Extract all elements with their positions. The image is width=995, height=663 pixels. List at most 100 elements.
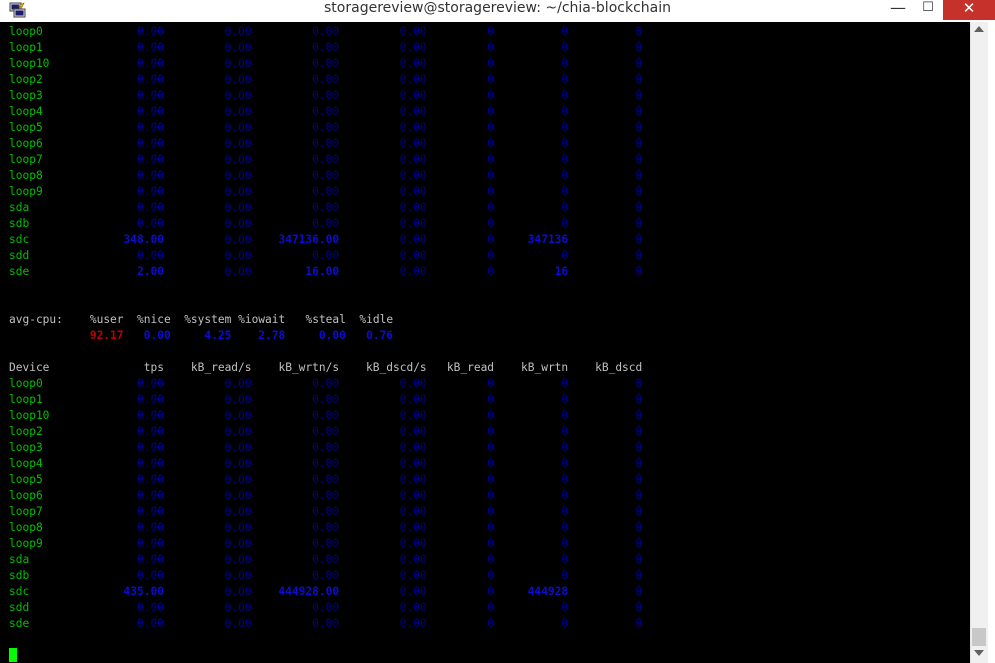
stat-value: 0.00 <box>224 553 252 566</box>
stat-value: 0 <box>487 73 495 86</box>
stat-value: 0.00 <box>399 393 427 406</box>
stat-value: 444928 <box>527 585 569 598</box>
stat-value: 0.00 <box>224 201 252 214</box>
terminal-line: sdd 0.00 0.00 0.00 0.00 0 0 0 <box>9 600 642 616</box>
stat-value: 0.00 <box>136 425 164 438</box>
stat-value: 0 <box>635 569 643 582</box>
column-header: kB_wrtn/s <box>278 361 340 374</box>
terminal-line: loop6 0.00 0.00 0.00 0.00 0 0 0 <box>9 488 642 504</box>
stat-value: 0 <box>487 585 495 598</box>
vertical-scrollbar[interactable] <box>970 22 988 663</box>
terminal-line: loop3 0.00 0.00 0.00 0.00 0 0 0 <box>9 440 642 456</box>
text-cursor <box>9 648 17 662</box>
terminal-line: Device tps kB_read/s kB_wrtn/s kB_dscd/s… <box>9 360 642 376</box>
stat-value: 0 <box>561 569 569 582</box>
terminal-screen[interactable]: loop0 0.00 0.00 0.00 0.00 0 0 0 loop1 0.0… <box>0 22 970 663</box>
maximize-button[interactable]: ☐ <box>913 0 943 20</box>
terminal-line: loop10 0.00 0.00 0.00 0.00 0 0 0 <box>9 408 642 424</box>
stat-value: 0 <box>561 153 569 166</box>
stat-value: 0 <box>487 553 495 566</box>
stat-value: 0.00 <box>399 185 427 198</box>
cpu-header: %system <box>184 313 232 326</box>
stat-value: 0.00 <box>399 553 427 566</box>
stat-value: 0 <box>561 409 569 422</box>
stat-value: 0 <box>487 441 495 454</box>
close-button[interactable]: ✕ <box>943 0 995 20</box>
stat-value: 0 <box>635 553 643 566</box>
stat-value: 0.00 <box>136 473 164 486</box>
stat-value: 0 <box>635 201 643 214</box>
stat-value: 0.00 <box>399 457 427 470</box>
stat-value: 0 <box>561 57 569 70</box>
stat-value: 0.00 <box>136 537 164 550</box>
stat-value: 0.00 <box>312 105 340 118</box>
terminal-line: sdc 435.00 0.00 444928.00 0.00 0 444928 … <box>9 584 642 600</box>
stat-value: 0 <box>487 105 495 118</box>
window-title: storagereview@storagereview: ~/chia-bloc… <box>324 0 671 16</box>
stat-value: 0.00 <box>399 441 427 454</box>
device-name: sdc <box>9 233 30 246</box>
stat-value: 0.00 <box>224 57 252 70</box>
stat-value: 0.00 <box>312 41 340 54</box>
terminal-line: loop9 0.00 0.00 0.00 0.00 0 0 0 <box>9 536 642 552</box>
stat-value: 0 <box>635 57 643 70</box>
stat-value: 0.00 <box>224 25 252 38</box>
device-name: loop8 <box>9 521 43 534</box>
stat-value: 0 <box>561 137 569 150</box>
device-name: loop10 <box>9 409 50 422</box>
cpu-value: 0.00 <box>318 329 346 342</box>
stat-value: 0 <box>487 457 495 470</box>
title-bar[interactable]: storagereview@storagereview: ~/chia-bloc… <box>0 0 995 22</box>
stat-value: 0 <box>487 265 495 278</box>
device-name: sdc <box>9 585 30 598</box>
stat-value: 0.00 <box>312 249 340 262</box>
cpu-value: 4.25 <box>204 329 232 342</box>
stat-value: 0.00 <box>137 569 164 582</box>
scroll-down-icon[interactable] <box>974 650 984 656</box>
stat-value: 0.00 <box>312 57 340 70</box>
cpu-value: 0.76 <box>366 329 394 342</box>
device-name: loop9 <box>9 537 43 550</box>
stat-value: 0.00 <box>224 89 252 102</box>
scroll-up-icon[interactable] <box>974 26 984 32</box>
stat-value: 0 <box>561 105 569 118</box>
stat-value: 0 <box>561 377 569 390</box>
stat-value: 0 <box>561 73 569 86</box>
stat-value: 0.00 <box>399 265 427 278</box>
stat-value: 0 <box>635 377 643 390</box>
device-name: sda <box>9 553 30 566</box>
stat-value: 0.00 <box>399 585 427 598</box>
scrollbar-thumb[interactable] <box>972 628 986 646</box>
stat-value: 435.00 <box>123 585 164 598</box>
stat-value: 0 <box>487 489 495 502</box>
cpu-header: %steal <box>305 313 346 326</box>
putty-icon[interactable] <box>9 2 27 18</box>
stat-value: 0.00 <box>399 201 427 214</box>
stat-value: 0 <box>635 425 643 438</box>
stat-value: 0.00 <box>136 73 164 86</box>
stat-value: 0 <box>561 489 569 502</box>
terminal-line: sdd 0.00 0.00 0.00 0.00 0 0 0 <box>9 248 642 264</box>
stat-value: 0.00 <box>399 121 427 134</box>
device-name: loop2 <box>9 73 43 86</box>
device-name: sde <box>9 617 30 630</box>
stat-value: 0 <box>561 537 569 550</box>
minimize-button[interactable]: — <box>883 0 913 20</box>
device-name: sdd <box>9 249 30 262</box>
stat-value: 0 <box>487 393 495 406</box>
stat-value: 0.00 <box>137 617 164 630</box>
stat-value: 0.00 <box>312 473 340 486</box>
stat-value: 0 <box>561 505 569 518</box>
stat-value: 0.00 <box>224 537 252 550</box>
stat-value: 0 <box>487 233 495 246</box>
stat-value: 0.00 <box>224 617 252 630</box>
terminal-line: loop8 0.00 0.00 0.00 0.00 0 0 0 <box>9 520 642 536</box>
stat-value: 0.00 <box>136 377 164 390</box>
stat-value: 0.00 <box>312 553 340 566</box>
stat-value: 0 <box>487 89 495 102</box>
stat-value: 0 <box>561 393 569 406</box>
cpu-header: %idle <box>359 313 394 326</box>
device-name: loop1 <box>9 41 43 54</box>
stat-value: 0.00 <box>136 57 164 70</box>
stat-value: 0 <box>561 457 569 470</box>
